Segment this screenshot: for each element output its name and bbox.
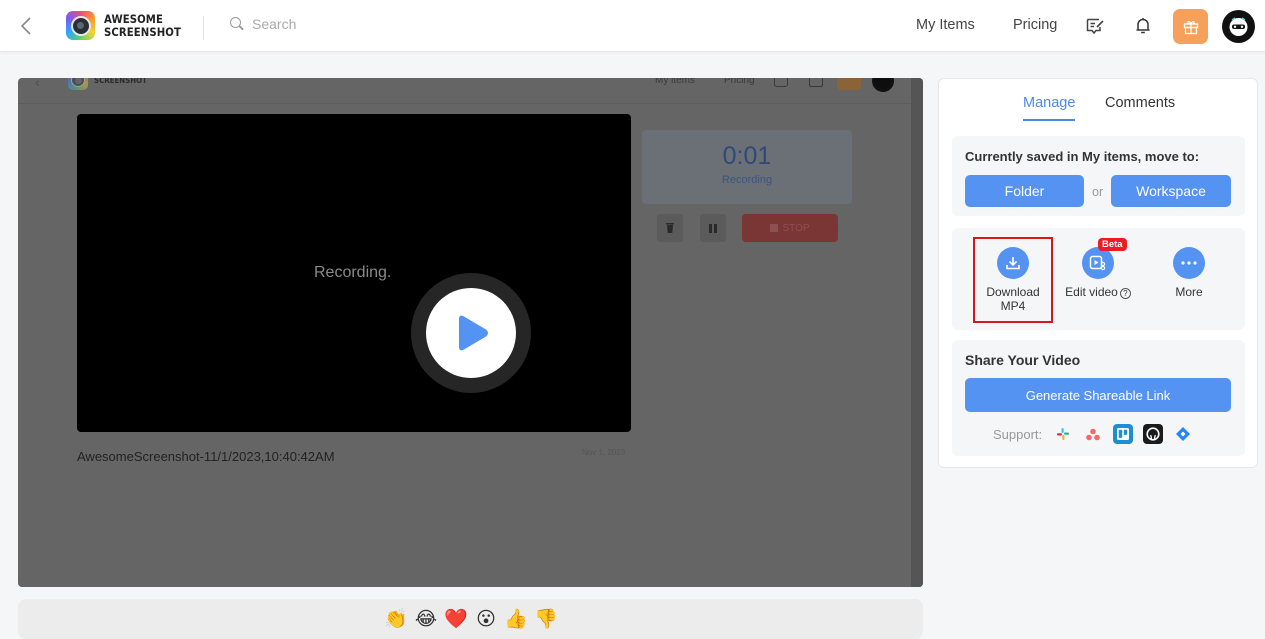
inner-gift-icon bbox=[837, 78, 861, 90]
delete-recording-control bbox=[657, 214, 683, 242]
pause-recording-control bbox=[700, 214, 726, 242]
move-section: Currently saved in My items, move to: Fo… bbox=[952, 136, 1245, 216]
side-tabs: Manage Comments bbox=[939, 79, 1257, 129]
asana-icon bbox=[1086, 428, 1100, 440]
slack-integration[interactable] bbox=[1053, 424, 1073, 444]
edit-video-icon bbox=[1089, 255, 1106, 271]
logo-camera-icon bbox=[66, 11, 95, 40]
pause-icon bbox=[709, 223, 717, 233]
search-icon bbox=[230, 17, 244, 31]
inner-logo: SCREENSHOT bbox=[68, 78, 154, 90]
video-date: Nov 1, 2023 bbox=[582, 448, 626, 457]
generate-shareable-link-button[interactable]: Generate Shareable Link bbox=[965, 378, 1231, 412]
inner-logo-icon bbox=[68, 78, 88, 90]
slack-icon bbox=[1057, 428, 1069, 440]
nav-pricing[interactable]: Pricing bbox=[1013, 17, 1057, 33]
stop-icon bbox=[770, 224, 779, 232]
back-chevron-icon bbox=[20, 17, 31, 35]
feedback-icon bbox=[1086, 18, 1104, 34]
video-screen[interactable]: Recording. bbox=[77, 114, 631, 432]
reaction-thumbs-down[interactable]: 👎 bbox=[534, 607, 558, 631]
avatar-icon bbox=[1229, 17, 1248, 36]
move-to-workspace-button[interactable]: Workspace bbox=[1111, 175, 1231, 207]
timer-label: Recording bbox=[721, 174, 773, 186]
tab-comments[interactable]: Comments bbox=[1105, 95, 1175, 119]
reaction-heart[interactable]: ❤️ bbox=[444, 607, 468, 631]
beta-badge: Beta bbox=[1098, 238, 1127, 251]
jira-integration[interactable] bbox=[1173, 424, 1193, 444]
reaction-clap[interactable]: 👏 bbox=[384, 607, 408, 631]
tab-manage[interactable]: Manage bbox=[1023, 95, 1076, 121]
search-box[interactable] bbox=[230, 16, 452, 32]
back-button[interactable] bbox=[16, 15, 36, 37]
logo-text: AWESOME SCREENSHOT bbox=[104, 11, 181, 39]
top-nav-bar: AWESOME SCREENSHOT My Items Pricing bbox=[0, 0, 1265, 52]
download-highlight-box bbox=[973, 237, 1053, 323]
notifications-button[interactable] bbox=[1133, 16, 1153, 36]
github-integration[interactable] bbox=[1143, 424, 1163, 444]
video-player-panel: ‹ SCREENSHOT My items Pricing Recording.… bbox=[18, 78, 923, 587]
jira-icon bbox=[1176, 427, 1190, 441]
move-to-folder-button[interactable]: Folder bbox=[965, 175, 1084, 207]
nav-divider bbox=[203, 16, 204, 40]
gift-icon bbox=[1183, 20, 1198, 34]
inner-feedback-icon bbox=[774, 78, 788, 87]
play-button[interactable] bbox=[411, 273, 531, 393]
more-dots-icon bbox=[1181, 261, 1197, 265]
reaction-wow[interactable]: 😮 bbox=[474, 607, 498, 631]
manage-side-panel: Manage Comments Currently saved in My it… bbox=[938, 78, 1258, 468]
or-label: or bbox=[1092, 185, 1104, 199]
inner-nav-pricing: Pricing bbox=[724, 78, 755, 86]
video-title: AwesomeScreenshot-11/1/2023,10:40:42AM bbox=[77, 449, 335, 464]
github-icon bbox=[1146, 427, 1160, 441]
trash-icon bbox=[666, 223, 674, 233]
help-icon[interactable]: ? bbox=[1119, 288, 1131, 299]
timer-value: 0:01 bbox=[722, 142, 772, 170]
inner-back-icon: ‹ bbox=[35, 78, 40, 90]
share-title: Share Your Video bbox=[965, 352, 1081, 368]
asana-integration[interactable] bbox=[1083, 424, 1103, 444]
stop-recording-control: STOP bbox=[742, 214, 838, 242]
search-input[interactable] bbox=[252, 16, 452, 32]
inner-bell-icon bbox=[809, 78, 823, 87]
gift-button[interactable] bbox=[1173, 9, 1208, 44]
video-panel-edge bbox=[911, 78, 923, 587]
inner-nav-my-items: My items bbox=[655, 78, 695, 86]
recording-timer: 0:01 Recording bbox=[642, 130, 852, 204]
feedback-button[interactable] bbox=[1085, 16, 1105, 36]
actions-section: Download MP4 Edit video? Beta More bbox=[952, 228, 1245, 330]
play-icon bbox=[459, 315, 488, 351]
video-overlay-text: Recording. bbox=[314, 264, 392, 281]
support-label: Support: bbox=[993, 427, 1043, 442]
video-inner-nav: ‹ SCREENSHOT My items Pricing bbox=[18, 78, 911, 104]
share-section: Share Your Video Generate Shareable Link… bbox=[952, 340, 1245, 456]
user-avatar[interactable] bbox=[1222, 10, 1255, 43]
inner-avatar-icon bbox=[872, 78, 894, 92]
reaction-laugh[interactable]: 😂 bbox=[414, 607, 438, 631]
more-button[interactable]: More bbox=[1149, 228, 1229, 299]
trello-icon bbox=[1117, 428, 1129, 440]
reaction-thumbs-up[interactable]: 👍 bbox=[504, 607, 528, 631]
reactions-bar: 👏 😂 ❤️ 😮 👍 👎 bbox=[18, 599, 923, 639]
bell-icon bbox=[1136, 18, 1150, 34]
awesome-screenshot-logo[interactable]: AWESOME SCREENSHOT bbox=[66, 11, 191, 40]
trello-integration[interactable] bbox=[1113, 424, 1133, 444]
move-label: Currently saved in My items, move to: bbox=[965, 149, 1200, 164]
nav-my-items[interactable]: My Items bbox=[916, 17, 975, 33]
